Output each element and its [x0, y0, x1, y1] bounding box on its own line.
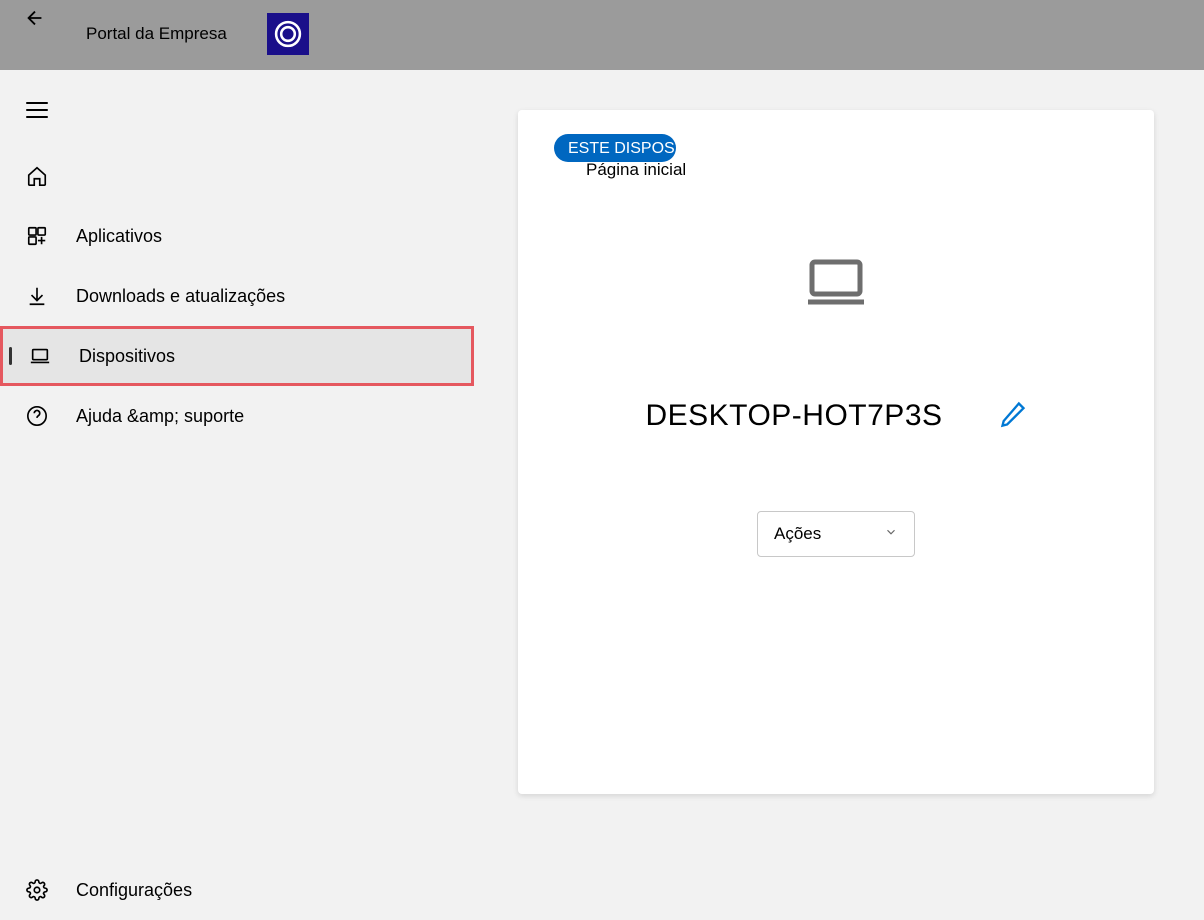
device-icon-wrap [518, 258, 1154, 311]
sidebar-item-label: Configurações [76, 880, 192, 901]
sidebar-item-label: Dispositivos [79, 346, 175, 367]
edit-pencil-icon[interactable] [999, 400, 1027, 433]
sidebar-item-downloads[interactable]: Downloads e atualizações [0, 266, 480, 326]
sidebar-item-apps[interactable]: Aplicativos [0, 206, 480, 266]
sidebar-item-settings[interactable]: Configurações [0, 860, 480, 920]
sidebar-item-label: Aplicativos [76, 226, 162, 247]
device-card: ESTE DISPOSIT Página inicial DESKTOP-HOT… [518, 110, 1154, 794]
help-icon [26, 405, 48, 427]
sidebar-item-devices[interactable]: Dispositivos [0, 326, 474, 386]
home-icon [26, 165, 48, 187]
this-device-badge: ESTE DISPOSIT [554, 134, 676, 162]
sidebar-item-home[interactable] [0, 146, 480, 206]
app-logo-icon [267, 13, 309, 55]
hamburger-menu-button[interactable] [0, 94, 480, 146]
laptop-large-icon [806, 258, 866, 311]
actions-dropdown-label: Ações [774, 524, 821, 544]
actions-dropdown[interactable]: Ações [757, 511, 915, 557]
sidebar: Aplicativos Downloads e atualizações Dis… [0, 70, 480, 920]
content-area: Aplicativos Downloads e atualizações Dis… [0, 70, 1204, 920]
app-title: Portal da Empresa [86, 24, 227, 44]
apps-icon [26, 225, 48, 247]
device-name-row: DESKTOP-HOT7P3S [518, 399, 1154, 433]
device-name: DESKTOP-HOT7P3S [645, 399, 942, 433]
download-icon [26, 285, 48, 307]
breadcrumb[interactable]: Página inicial [586, 160, 686, 180]
actions-row: Ações [518, 511, 1154, 557]
gear-icon [26, 879, 48, 901]
main-panel: ESTE DISPOSIT Página inicial DESKTOP-HOT… [480, 70, 1204, 920]
sidebar-item-label: Downloads e atualizações [76, 286, 285, 307]
sidebar-item-label: Ajuda &amp; suporte [76, 406, 244, 427]
titlebar: Portal da Empresa [0, 0, 1204, 70]
chevron-down-icon [884, 524, 898, 544]
laptop-icon [29, 345, 51, 367]
sidebar-item-help[interactable]: Ajuda &amp; suporte [0, 386, 480, 446]
back-button[interactable] [24, 7, 46, 35]
